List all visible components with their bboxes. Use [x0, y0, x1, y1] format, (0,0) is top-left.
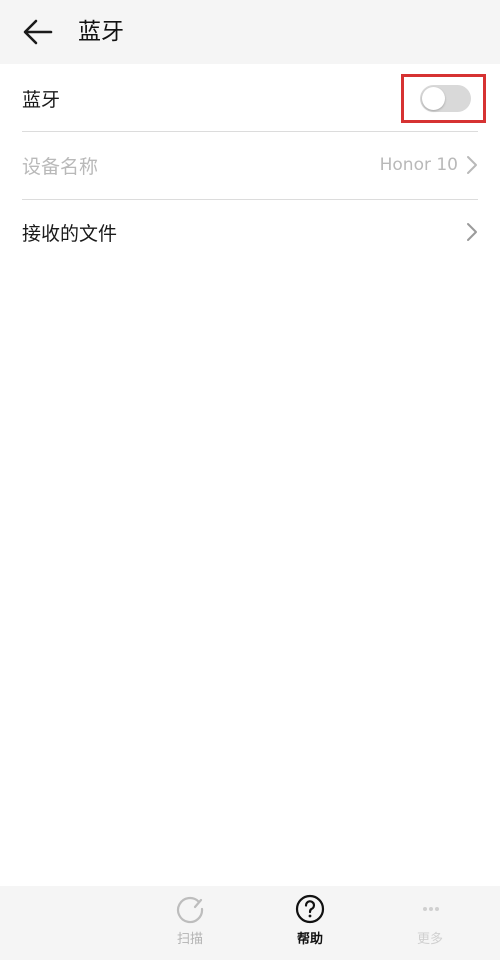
help-button[interactable]: 帮助 [275, 894, 345, 954]
help-circle-icon [295, 894, 325, 924]
received-files-row[interactable]: 接收的文件 [22, 199, 478, 265]
scan-button[interactable]: 扫描 [155, 894, 225, 954]
help-label: 帮助 [296, 932, 323, 947]
chevron-right-icon [467, 223, 477, 241]
bottom-toolbar: 扫描 帮助 更多 [0, 886, 500, 960]
arrow-left-icon [23, 19, 53, 45]
more-icon [423, 907, 439, 911]
refresh-icon [176, 896, 204, 924]
device-name-label: 设备名称 [22, 155, 99, 178]
title-bar: 蓝牙 [0, 0, 500, 64]
chevron-right-icon [467, 156, 477, 174]
back-button[interactable] [20, 14, 56, 50]
page-title: 蓝牙 [78, 19, 124, 45]
highlight-box [401, 74, 486, 123]
scan-label: 扫描 [176, 932, 203, 947]
device-name-row[interactable]: 设备名称 Honor 10 [22, 132, 478, 198]
more-button[interactable]: 更多 [395, 894, 465, 954]
device-name-value: Honor 10 [379, 155, 458, 175]
bluetooth-label: 蓝牙 [22, 88, 61, 111]
more-label: 更多 [416, 932, 443, 947]
received-files-label: 接收的文件 [22, 222, 118, 245]
